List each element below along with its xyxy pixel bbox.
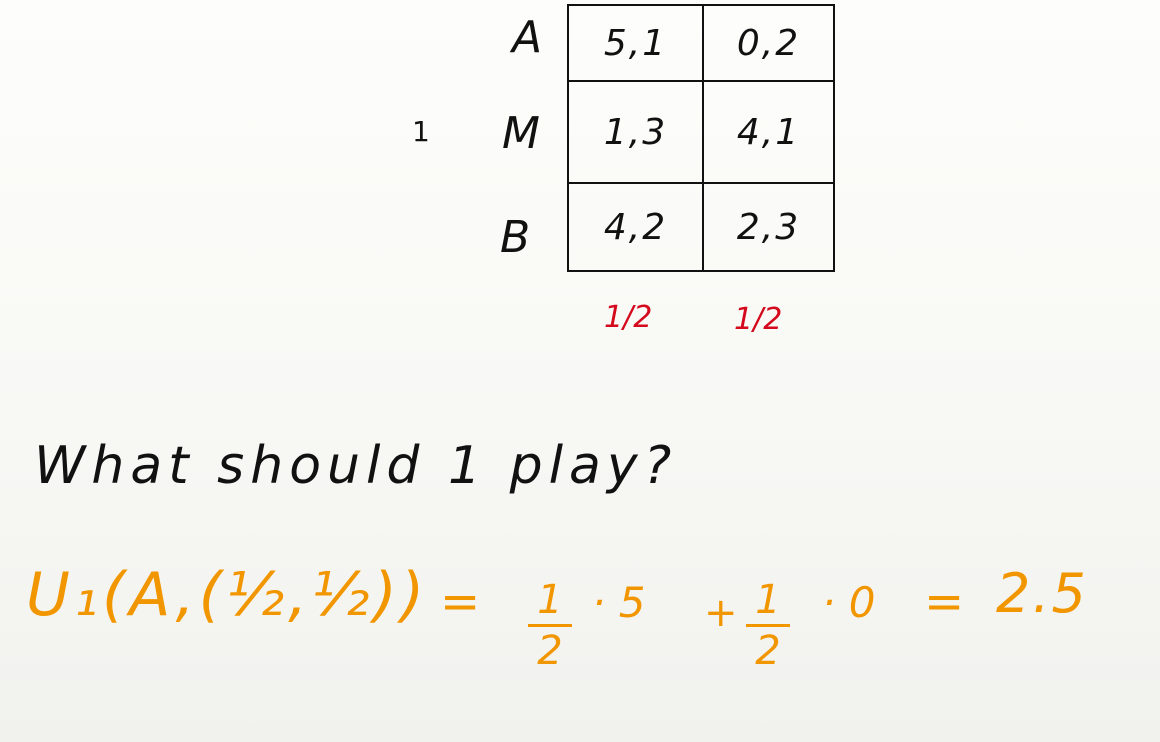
cell-b-left: 4,2 [603, 206, 668, 248]
equals-sign-1: = [440, 574, 481, 630]
fraction-1: 1 2 [528, 578, 572, 673]
fraction-2: 1 2 [746, 578, 790, 673]
player-1-label: 1 [412, 115, 430, 148]
fraction-2-numerator: 1 [755, 577, 781, 623]
term-1-multiplier: · 5 [592, 578, 646, 627]
cell-a-right: 0,2 [736, 22, 801, 64]
whiteboard: 1 A M B 5,1 0,2 1,3 4,1 4,2 2,3 1/2 1/2 … [0, 0, 1160, 742]
row-label-b: B [500, 212, 531, 263]
payoff-matrix: 5,1 0,2 1,3 4,1 4,2 2,3 [567, 4, 835, 272]
column-1-probability: 1/2 [604, 300, 653, 335]
cell-m-left: 1,3 [603, 111, 668, 153]
fraction-2-bar [746, 624, 790, 627]
fraction-1-denominator: 2 [537, 628, 563, 674]
utility-lhs: U₁(A,(½,½)) [26, 560, 429, 630]
fraction-1-numerator: 1 [537, 577, 563, 623]
cell-b-right: 2,3 [736, 206, 801, 248]
column-2-probability: 1/2 [734, 302, 783, 337]
row-label-a: A [512, 12, 543, 63]
fraction-1-bar [528, 624, 572, 627]
fraction-2-denominator: 2 [755, 628, 781, 674]
cell-a-left: 5,1 [603, 22, 668, 64]
result-value: 2.5 [996, 562, 1088, 625]
equals-sign-2: = [924, 574, 965, 630]
plus-sign: + [704, 590, 738, 636]
cell-m-right: 4,1 [736, 111, 801, 153]
question-text: What should 1 play? [34, 436, 678, 496]
term-2-multiplier: · 0 [822, 578, 876, 627]
row-label-m: M [502, 108, 540, 159]
